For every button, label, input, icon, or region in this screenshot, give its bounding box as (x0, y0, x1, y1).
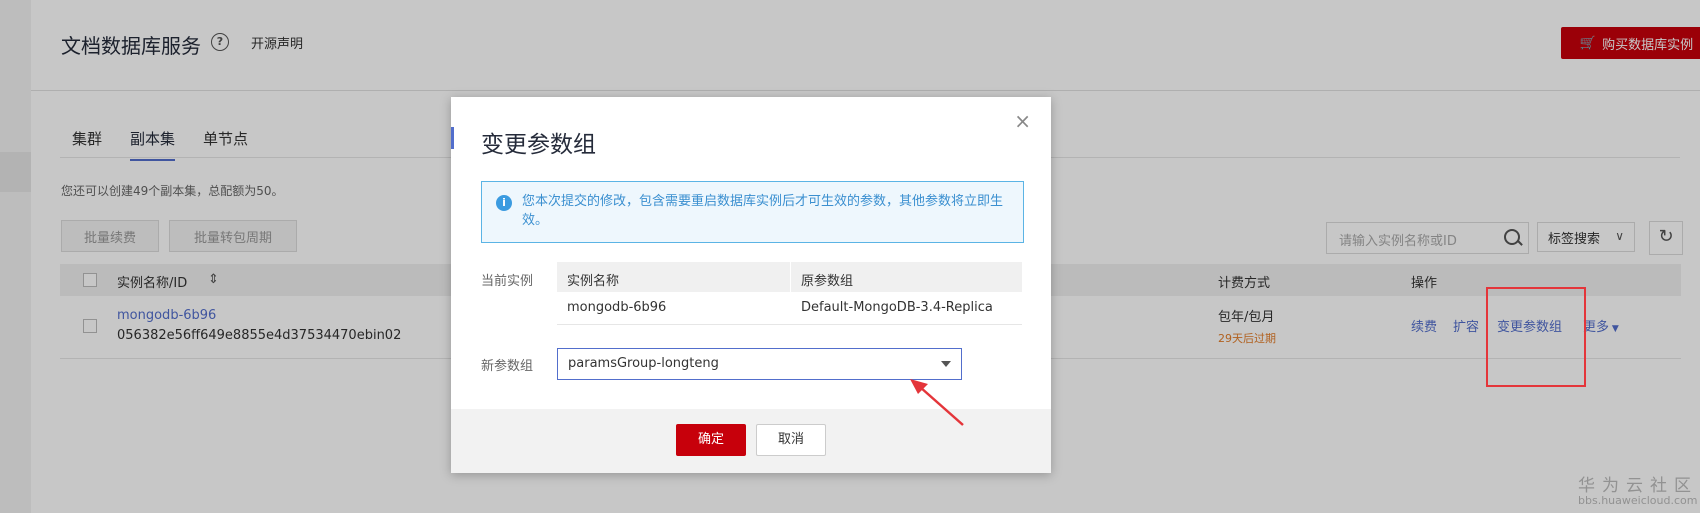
annotation-arrow (910, 379, 964, 426)
arrow-shaft (919, 386, 964, 426)
